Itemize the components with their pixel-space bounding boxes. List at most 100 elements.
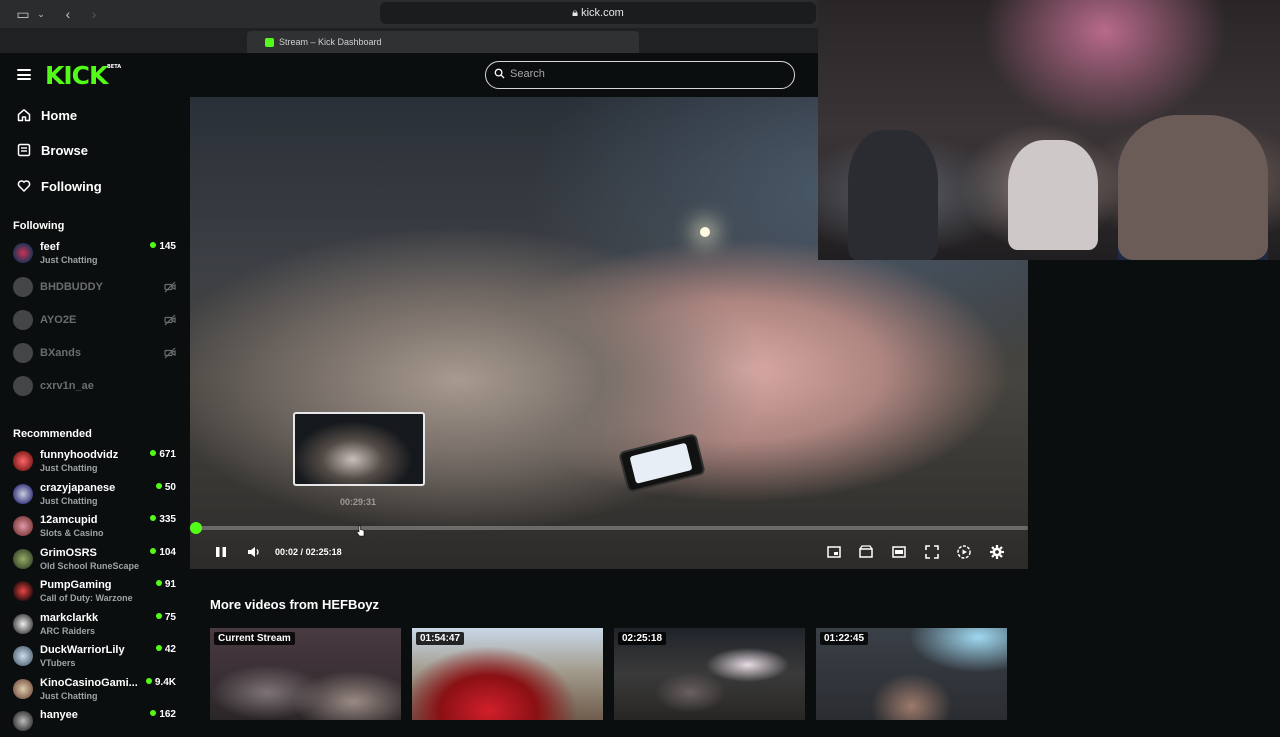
channel-name: KinoCasinoGami... bbox=[40, 677, 138, 689]
kick-logo[interactable]: KICK BETA bbox=[45, 61, 107, 90]
recommended-channel[interactable]: KinoCasinoGami... Just Chatting 9.4K bbox=[13, 675, 183, 705]
channel-name: hanyee bbox=[40, 709, 78, 721]
avatar bbox=[13, 310, 33, 330]
forward-icon[interactable]: › bbox=[85, 5, 103, 23]
channel-name: GrimOSRS bbox=[40, 547, 97, 559]
channel-category: Just Chatting bbox=[40, 463, 98, 473]
time-display: 00:02 / 02:25:18 bbox=[275, 547, 342, 557]
avatar bbox=[13, 243, 33, 263]
viewer-count: 145 bbox=[150, 241, 176, 252]
channel-name: DuckWarriorLily bbox=[40, 644, 125, 656]
avatar bbox=[13, 343, 33, 363]
channel-name: crazyjapanese bbox=[40, 482, 115, 494]
video-card[interactable]: 02:25:18 bbox=[614, 628, 805, 720]
theater-mode-icon[interactable] bbox=[891, 544, 907, 560]
avatar bbox=[13, 451, 33, 471]
viewer-count: 335 bbox=[150, 514, 176, 525]
channel-category: ARC Raiders bbox=[40, 626, 95, 636]
playback-speed-icon[interactable] bbox=[956, 544, 972, 560]
recommended-channel[interactable]: PumpGaming Call of Duty: Warzone 91 bbox=[13, 577, 183, 607]
kick-favicon-icon bbox=[265, 38, 274, 47]
channel-name: feef bbox=[40, 241, 60, 253]
channel-category: Call of Duty: Warzone bbox=[40, 593, 133, 603]
menu-icon[interactable] bbox=[17, 69, 31, 80]
viewer-count: 42 bbox=[156, 644, 176, 655]
settings-gear-icon[interactable] bbox=[989, 544, 1005, 560]
sidebar-toggle-icon[interactable]: ▭ bbox=[14, 5, 32, 23]
address-bar[interactable]: 🔒︎ kick.com bbox=[380, 2, 816, 24]
beta-badge: BETA bbox=[107, 64, 121, 70]
viewer-count-value: 335 bbox=[159, 514, 176, 525]
viewer-count: 91 bbox=[156, 579, 176, 590]
viewer-count: 104 bbox=[150, 547, 176, 558]
recommended-channel[interactable]: funnyhoodvidz Just Chatting 671 bbox=[13, 447, 183, 477]
avatar bbox=[13, 549, 33, 569]
viewer-count-value: 145 bbox=[159, 241, 176, 252]
channel-category: VTubers bbox=[40, 658, 75, 668]
heart-icon bbox=[17, 179, 31, 193]
viewer-count: 50 bbox=[156, 482, 176, 493]
recommended-channel[interactable]: GrimOSRS Old School RuneScape 104 bbox=[13, 545, 183, 575]
avatar bbox=[13, 376, 33, 396]
progress-bar[interactable] bbox=[196, 526, 1028, 530]
video-card[interactable]: Current Stream bbox=[210, 628, 401, 720]
viewer-count: 9.4K bbox=[146, 677, 176, 688]
lock-icon: 🔒︎ bbox=[572, 7, 578, 19]
browser-tab[interactable]: Stream – Kick Dashboard bbox=[247, 31, 639, 53]
current-time: 00:02 bbox=[275, 547, 298, 557]
viewer-count-value: 42 bbox=[165, 644, 176, 655]
chevron-down-icon[interactable]: ⌄ bbox=[32, 5, 50, 23]
avatar bbox=[13, 277, 33, 297]
recommended-channel[interactable]: 12amcupid Slots & Casino 335 bbox=[13, 512, 183, 542]
following-channel-offline[interactable]: AYO2E bbox=[13, 306, 183, 336]
viewer-count: 671 bbox=[150, 449, 176, 460]
following-channel-offline[interactable]: BXands bbox=[13, 339, 183, 369]
search-icon bbox=[494, 68, 505, 79]
video-card[interactable]: 01:54:47 bbox=[412, 628, 603, 720]
picture-in-picture-icon[interactable] bbox=[826, 544, 842, 560]
recommended-channel[interactable]: markclarkk ARC Raiders 75 bbox=[13, 610, 183, 640]
following-channel-offline[interactable]: BHDBUDDY bbox=[13, 273, 183, 303]
avatar bbox=[13, 581, 33, 601]
live-dot-icon bbox=[156, 483, 162, 489]
recommended-channel[interactable]: hanyee 162 bbox=[13, 707, 183, 737]
progress-handle[interactable] bbox=[190, 522, 202, 534]
logo-text: KICK bbox=[45, 61, 107, 90]
avatar bbox=[13, 614, 33, 634]
volume-icon[interactable] bbox=[246, 544, 262, 560]
video-frame-light bbox=[700, 227, 710, 237]
viewer-count-value: 104 bbox=[159, 547, 176, 558]
channel-category: Slots & Casino bbox=[40, 528, 104, 538]
nav-home-label: Home bbox=[41, 108, 77, 123]
viewer-count: 75 bbox=[156, 612, 176, 623]
search-input[interactable]: Search bbox=[485, 61, 795, 89]
browse-icon bbox=[17, 143, 31, 157]
following-section-title: Following bbox=[13, 220, 64, 232]
nav-browse-label: Browse bbox=[41, 143, 88, 158]
channel-name: AYO2E bbox=[40, 314, 76, 326]
video-card[interactable]: 01:22:45 bbox=[816, 628, 1007, 720]
scrub-preview-time: 00:29:31 bbox=[340, 497, 376, 507]
viewer-count-value: 50 bbox=[165, 482, 176, 493]
recommended-channel[interactable]: DuckWarriorLily VTubers 42 bbox=[13, 642, 183, 672]
recommended-section-title: Recommended bbox=[13, 428, 92, 440]
channel-category: Old School RuneScape bbox=[40, 561, 139, 571]
channel-category: Just Chatting bbox=[40, 496, 98, 506]
nav-following-label: Following bbox=[41, 179, 102, 194]
fullscreen-icon[interactable] bbox=[924, 544, 940, 560]
following-channel-offline[interactable]: cxrv1n_ae bbox=[13, 372, 183, 402]
recommended-channel[interactable]: crazyjapanese Just Chatting 50 bbox=[13, 480, 183, 510]
pause-icon[interactable] bbox=[213, 544, 229, 560]
following-channel-feef[interactable]: feef Just Chatting 145 bbox=[13, 239, 183, 269]
video-badge: Current Stream bbox=[214, 632, 295, 645]
tab-title: Stream – Kick Dashboard bbox=[279, 37, 382, 47]
time-separator: / bbox=[301, 547, 304, 557]
clip-icon[interactable] bbox=[858, 544, 874, 560]
browser-chrome: ▭ ⌄ ‹ › 🔒︎ kick.com Stream – Kick Dashbo… bbox=[0, 0, 818, 53]
back-icon[interactable]: ‹ bbox=[59, 5, 77, 23]
channel-name: cxrv1n_ae bbox=[40, 380, 94, 392]
live-dot-icon bbox=[146, 678, 152, 684]
video-frame-phone bbox=[618, 433, 706, 493]
avatar bbox=[13, 646, 33, 666]
viewer-count-value: 75 bbox=[165, 612, 176, 623]
